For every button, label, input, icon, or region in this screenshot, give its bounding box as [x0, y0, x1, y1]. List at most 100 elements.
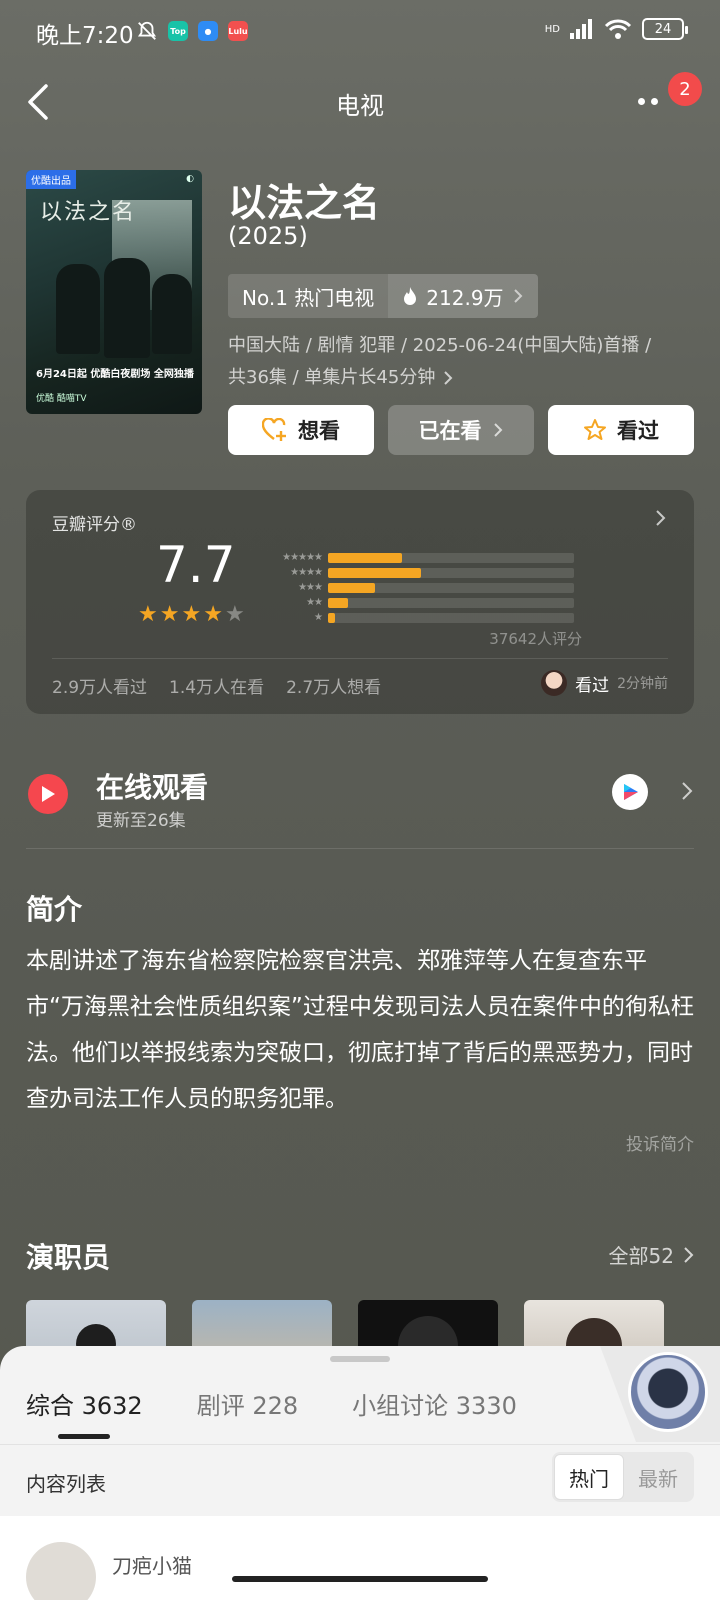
- rating-bar-row: ★★★★★: [266, 550, 574, 565]
- rating-score: 7.7: [156, 536, 236, 594]
- rating-card[interactable]: 豆瓣评分® 7.7 ★ ★ ★ ★ ★ ★★★★★ ★★★★ ★★★ ★★ ★ 37642人评分…: [26, 490, 694, 714]
- online-watch-row[interactable]: 在线观看 更新至26集: [0, 740, 720, 840]
- heart-plus-icon: [262, 418, 286, 441]
- watching-count: 1.4万人在看: [169, 678, 265, 698]
- recent-activity[interactable]: 看过 2分钟前: [541, 670, 668, 696]
- star-empty-icon: ★: [224, 602, 245, 627]
- movie-meta[interactable]: 中国大陆 / 剧情 犯罪 / 2025-06-24(中国大陆)首播 / 共36集…: [228, 330, 698, 394]
- floating-assistant-avatar[interactable]: [628, 1352, 708, 1432]
- cast-all-label: 全部52: [608, 1244, 674, 1268]
- want-count: 2.7万人想看: [286, 678, 382, 698]
- heat-box: 212.9万: [388, 274, 538, 318]
- star-filled-icon: ★: [138, 602, 158, 627]
- rating-bar-track: [328, 552, 574, 563]
- synopsis-title: 简介: [26, 893, 83, 926]
- tab-group-discussion[interactable]: 小组讨论 3330: [352, 1386, 517, 1421]
- cast-all-link[interactable]: 全部52: [609, 1240, 694, 1269]
- online-watch-title: 在线观看: [96, 771, 209, 804]
- flame-icon: [404, 287, 417, 305]
- chat-app-icon: ●: [198, 21, 218, 41]
- status-bar: 晚上7:20 Top ● Lulu HD 24: [0, 0, 720, 64]
- rating-bar-fill: [328, 552, 402, 563]
- rating-count: 37642人评分: [489, 630, 582, 648]
- sort-new-button[interactable]: 最新: [624, 1454, 692, 1500]
- chevron-right-icon: [444, 371, 453, 385]
- star-filled-icon: ★: [159, 602, 180, 627]
- rank-label: No.1 热门电视: [228, 274, 389, 318]
- synopsis-text: 本剧讲述了海东省检察院检察官洪亮、郑雅萍等人在复查东平市“万海黑社会性质组织案”…: [26, 948, 694, 1112]
- cast-title: 演职员: [26, 1241, 111, 1274]
- post-item[interactable]: 刀疤小猫: [0, 1516, 720, 1600]
- sort-toggle: 热门 最新: [552, 1452, 694, 1502]
- status-notification-icons: Top ● Lulu: [136, 20, 248, 42]
- meta-line-2: 共36集 / 单集片长45分钟: [228, 362, 698, 394]
- poster-figure: [56, 264, 100, 354]
- poster-tag: 优酷出品: [26, 170, 76, 189]
- hd-icon: HD: [544, 23, 560, 35]
- post-username: 刀疤小猫: [112, 1554, 192, 1578]
- movie-title: 以法之名: [228, 181, 381, 225]
- rank-badge[interactable]: No.1 热门电视 212.9万: [228, 274, 538, 318]
- want-label: 想看: [298, 419, 340, 443]
- tab-overview[interactable]: 综合 3632: [26, 1386, 143, 1421]
- home-indicator[interactable]: [232, 1576, 488, 1582]
- chevron-right-icon: [493, 423, 502, 437]
- recent-action: 看过: [575, 675, 610, 696]
- avatar: [541, 670, 568, 696]
- rating-bar-fill: [328, 597, 348, 608]
- content-list-label: 内容列表: [26, 1472, 106, 1496]
- top-app-icon: Top: [168, 21, 188, 41]
- tab-reviews[interactable]: 剧评 228: [197, 1386, 298, 1421]
- action-row: 想看 已在看 看过: [228, 405, 694, 455]
- sort-hot-button[interactable]: 热门: [554, 1454, 624, 1500]
- watching-button[interactable]: 已在看: [388, 405, 534, 455]
- signal-icon: [570, 19, 592, 39]
- rating-bar-track: [328, 582, 574, 593]
- rating-bar-row: ★★★: [266, 580, 574, 595]
- watched-button[interactable]: 看过: [548, 405, 694, 455]
- battery-icon: 24: [642, 18, 688, 40]
- wifi-icon: [604, 19, 632, 39]
- star-outline-icon: [584, 419, 606, 440]
- meta-line: 共36集 / 单集片长45分钟: [228, 367, 436, 388]
- status-time: 晚上7:20: [36, 23, 134, 49]
- divider: [26, 848, 694, 849]
- youku-icon: [612, 774, 648, 810]
- discussion-sheet[interactable]: 综合 3632 剧评 228 小组讨论 3330 内容列表 热门 最新 刀疤小猫: [0, 1346, 720, 1600]
- rating-bar-track: [328, 567, 574, 578]
- page-title: 电视: [336, 92, 384, 120]
- rating-bar-track: [328, 612, 574, 623]
- more-button[interactable]: [626, 86, 670, 116]
- poster-date-line: 6月24日起 优酷白夜剧场 全网独播: [36, 369, 194, 380]
- want-button[interactable]: 想看: [228, 405, 374, 455]
- report-synopsis-link[interactable]: 投诉简介: [626, 1130, 694, 1155]
- rating-bar-row: ★★: [266, 595, 574, 610]
- poster-figure: [152, 274, 192, 354]
- poster-title-art: 以法之名: [40, 200, 137, 225]
- battery-level: 24: [654, 21, 672, 37]
- watching-label: 已在看: [418, 419, 482, 443]
- poster-platforms: 优酷 酷喵TV: [36, 394, 87, 404]
- rating-stats: 2.9万人看过 1.4万人在看 2.7万人想看: [52, 673, 381, 698]
- recent-time: 2分钟前: [617, 676, 668, 692]
- meta-line: 中国大陆 / 剧情 犯罪 / 2025-06-24(中国大陆)首播 /: [228, 335, 652, 356]
- divider: [52, 658, 668, 659]
- notification-badge[interactable]: 2: [668, 72, 702, 106]
- poster-figure: [104, 258, 150, 358]
- rating-source-label: 豆瓣评分®: [52, 515, 137, 535]
- drag-handle[interactable]: [330, 1356, 390, 1362]
- more-dot-icon: [651, 97, 658, 105]
- divider: [0, 1444, 720, 1445]
- mute-bell-icon: [137, 21, 157, 40]
- avatar: [26, 1542, 96, 1600]
- movie-year: (2025): [228, 222, 308, 250]
- poster-image[interactable]: 优酷出品 ◐ 以法之名 6月24日起 优酷白夜剧场 全网独播 优酷 酷喵TV: [26, 170, 202, 414]
- more-dot-icon: [638, 97, 645, 105]
- rating-bar-row: ★: [266, 610, 574, 625]
- rating-bar-stars-icon: ★★★★★: [282, 552, 323, 563]
- rating-bar-stars-icon: ★★★: [298, 582, 323, 593]
- online-watch-subtitle: 更新至26集: [96, 811, 186, 831]
- heat-value: 212.9万: [426, 285, 504, 310]
- chevron-right-icon: [682, 782, 693, 800]
- play-icon: [28, 774, 68, 814]
